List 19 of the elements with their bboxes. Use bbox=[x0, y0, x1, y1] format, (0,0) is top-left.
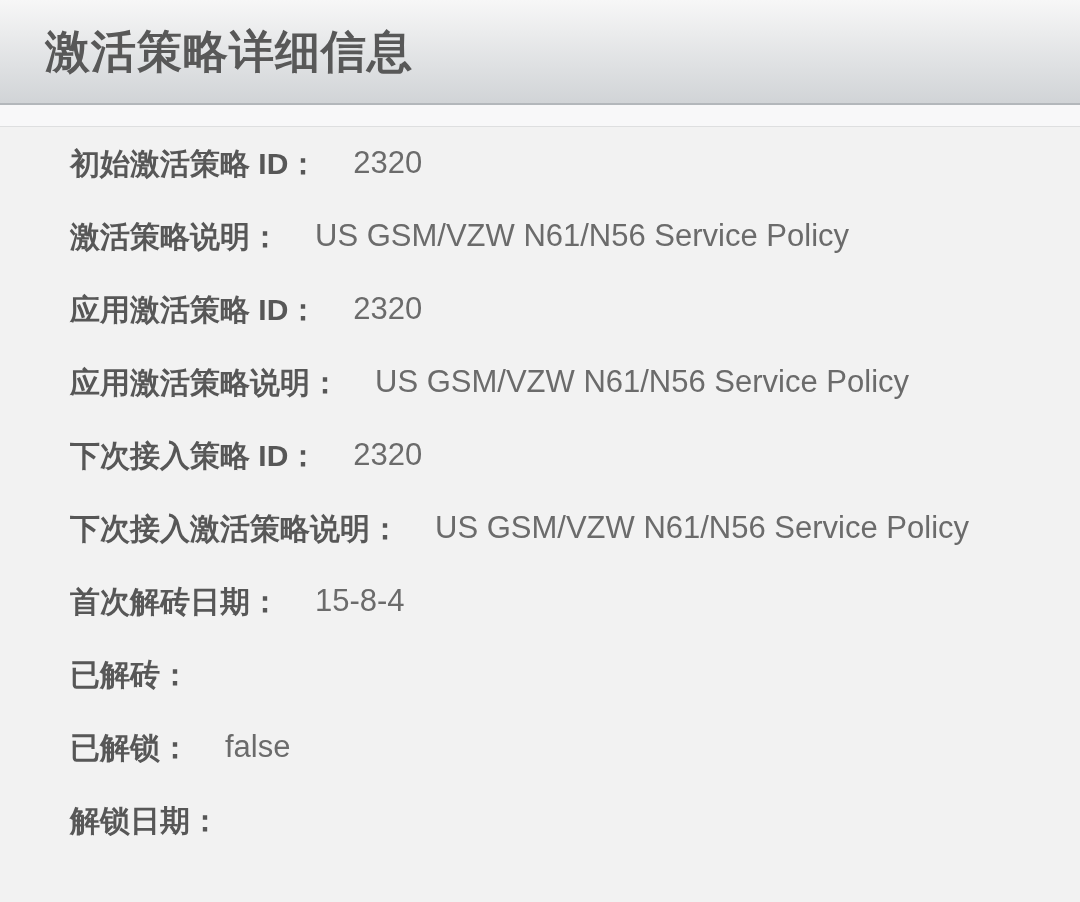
field-value: 2320 bbox=[353, 436, 423, 475]
field-value: 2320 bbox=[353, 290, 423, 329]
field-label: 应用激活策略说明： bbox=[70, 365, 340, 401]
field-label: 已解砖： bbox=[70, 657, 190, 693]
field-label: 解锁日期： bbox=[70, 803, 220, 839]
field-label: 下次接入策略 ID： bbox=[70, 438, 319, 474]
field-label: 应用激活策略 ID： bbox=[70, 292, 319, 328]
field-value: US GSM/VZW N61/N56 Service Policy bbox=[315, 217, 850, 256]
field-label: 首次解砖日期： bbox=[70, 584, 280, 620]
page-title: 激活策略详细信息 bbox=[45, 29, 413, 74]
field-label: 初始激活策略 ID： bbox=[70, 146, 319, 182]
field-label: 已解锁： bbox=[70, 730, 190, 766]
field-value: 15-8-4 bbox=[315, 582, 405, 621]
field-value: US GSM/VZW N61/N56 Service Policy bbox=[435, 509, 970, 548]
field-value: US GSM/VZW N61/N56 Service Policy bbox=[375, 363, 910, 402]
field-label: 激活策略说明： bbox=[70, 219, 280, 255]
field-label: 下次接入激活策略说明： bbox=[70, 511, 400, 547]
field-value: false bbox=[225, 728, 291, 767]
field-value: 2320 bbox=[353, 144, 423, 183]
